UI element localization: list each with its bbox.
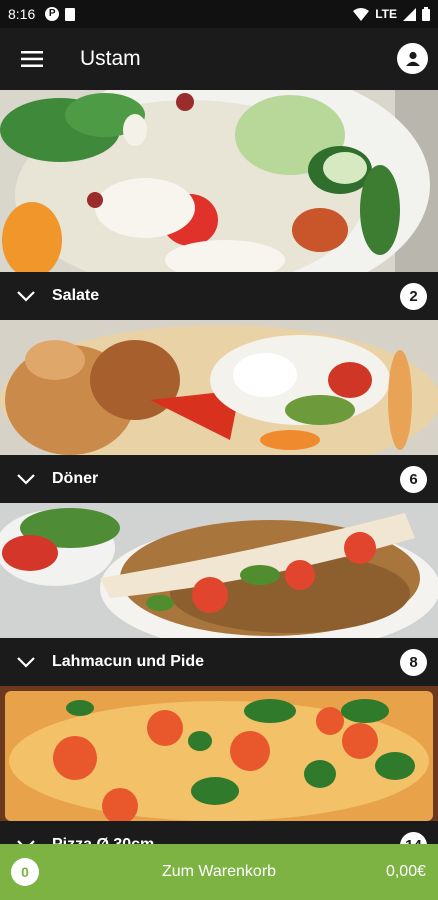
signal-icon bbox=[403, 7, 416, 21]
count-badge: 6 bbox=[400, 466, 427, 493]
category-header[interactable]: Döner 6 bbox=[0, 455, 438, 503]
notification-p-icon: P bbox=[45, 7, 60, 21]
app-root: 8:16 P LTE Ustam Salate 2 Döner 6 Lahmac… bbox=[0, 0, 438, 900]
category-lahmacun[interactable]: Lahmacun und Pide 8 bbox=[0, 503, 438, 686]
network-type: LTE bbox=[375, 7, 397, 21]
category-doner[interactable]: Döner 6 bbox=[0, 320, 438, 503]
app-bar: Ustam bbox=[0, 28, 438, 90]
cart-label: Zum Warenkorb bbox=[161, 863, 277, 880]
count-badge: 8 bbox=[400, 649, 427, 676]
wifi-icon bbox=[353, 7, 370, 21]
status-bar: 8:16 P LTE bbox=[0, 0, 438, 28]
chevron-down-icon bbox=[0, 290, 52, 302]
app-title: Ustam bbox=[80, 47, 141, 70]
count-badge: 2 bbox=[400, 283, 427, 310]
doner-photo bbox=[0, 320, 438, 455]
category-name: Lahmacun und Pide bbox=[52, 653, 205, 670]
status-right-group: LTE bbox=[353, 7, 430, 21]
category-name: Döner bbox=[52, 470, 99, 487]
pizza-photo bbox=[0, 686, 438, 821]
cart-bar[interactable]: 0 Zum Warenkorb 0,00€ bbox=[0, 844, 438, 900]
cart-count-badge: 0 bbox=[11, 858, 39, 886]
battery-icon bbox=[422, 7, 430, 21]
category-header[interactable]: Lahmacun und Pide 8 bbox=[0, 638, 438, 686]
category-header[interactable]: Salate 2 bbox=[0, 272, 438, 320]
cart-total: 0,00€ bbox=[385, 863, 426, 880]
category-salate[interactable]: Salate 2 bbox=[0, 90, 438, 320]
sim-card-icon bbox=[65, 7, 76, 21]
chevron-down-icon bbox=[0, 656, 52, 668]
salad-photo bbox=[0, 90, 438, 272]
account-icon[interactable] bbox=[397, 43, 428, 74]
category-name: Salate bbox=[52, 287, 100, 304]
category-pizza[interactable]: Pizza Ø 30cm 14 bbox=[0, 686, 438, 869]
menu-icon[interactable] bbox=[0, 28, 64, 90]
status-time: 8:16 bbox=[8, 6, 36, 22]
chevron-down-icon bbox=[0, 473, 52, 485]
lahmacun-photo bbox=[0, 503, 438, 638]
